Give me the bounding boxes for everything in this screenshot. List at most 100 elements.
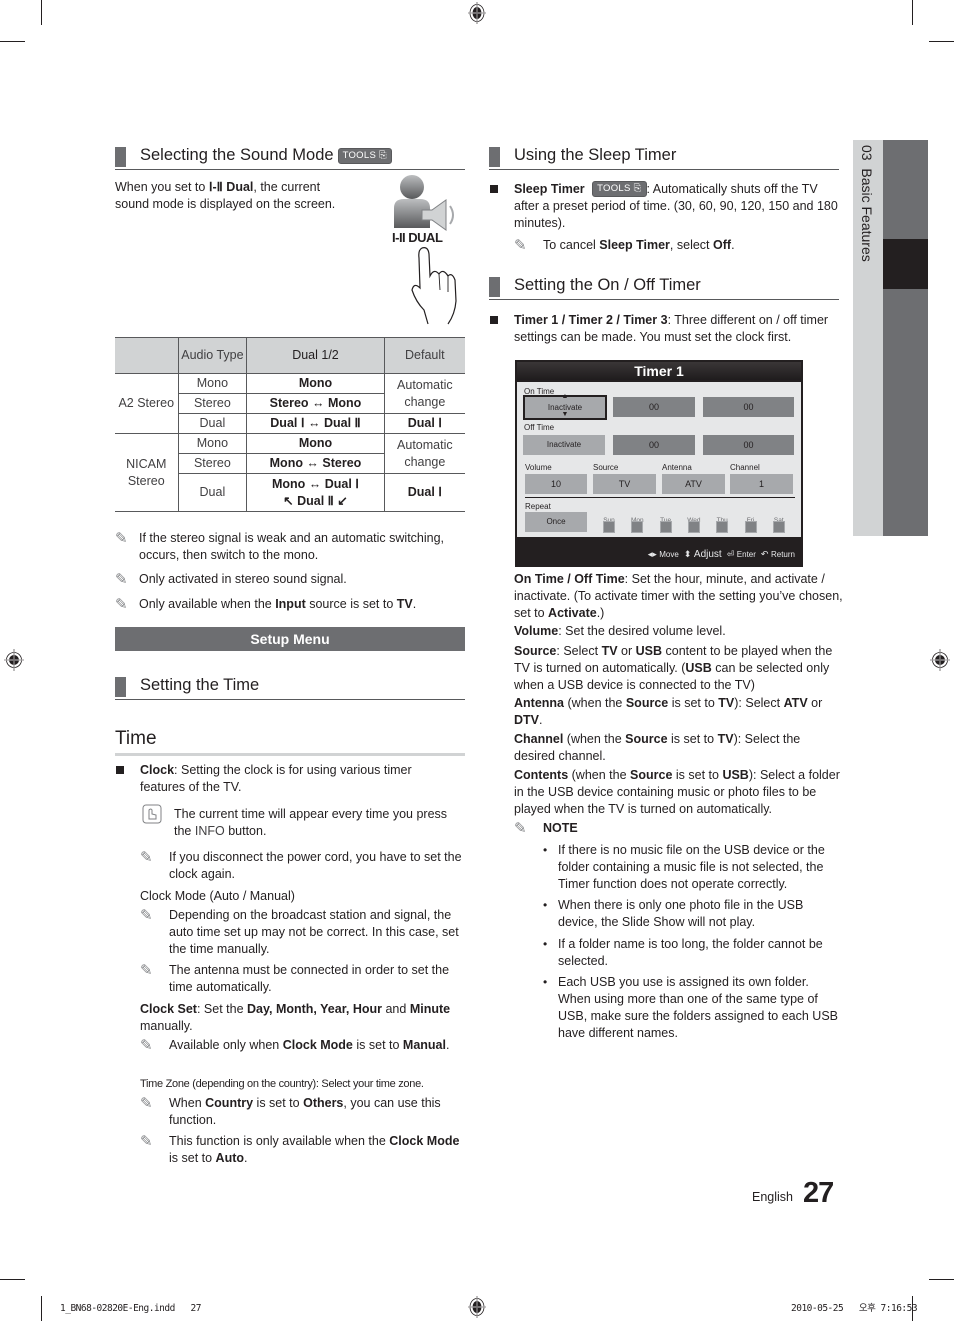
- on-time-hour[interactable]: 00: [613, 397, 695, 417]
- day-checkbox[interactable]: [772, 521, 785, 533]
- note: ✎ If the stereo signal is weak and an au…: [115, 530, 445, 562]
- table-row: NICAM Stereo Mono Mono Automatic change: [115, 433, 465, 512]
- table-cell: Mono: [246, 433, 385, 454]
- table-cell: Automatic change: [383, 373, 465, 414]
- note-bullet-text: If there is no music file on the USB dev…: [558, 843, 825, 891]
- timer-footer: ◂▸ Move ⬍ Adjust ⏎ Enter ↶ Return: [647, 549, 795, 560]
- heading-text: Setting the On / Off Timer: [514, 276, 701, 294]
- slug-date: 2010-05-25 오후 7:16:53: [791, 1303, 918, 1314]
- bullet-square: [490, 185, 498, 193]
- note-heading: ✎ NOTE: [514, 820, 578, 837]
- source-field[interactable]: TV: [593, 474, 656, 494]
- crop-mark: [929, 1279, 954, 1280]
- heading-text: Selecting the Sound Mode: [140, 146, 334, 164]
- off-time-label: Off Time: [524, 423, 555, 432]
- table-header: Audio Type: [177, 337, 248, 374]
- sound-mode-table: Audio Type Dual 1/2 Default A2 Stereo Mo…: [115, 337, 465, 512]
- on-time-activate-select[interactable]: ▲ Inactivate ▼: [523, 393, 607, 420]
- table-cell: Stereo: [177, 453, 248, 474]
- arrow-up-icon: ▲: [561, 393, 569, 400]
- info-note: The current time will appear every time …: [140, 804, 465, 840]
- return-icon: ↶: [760, 549, 769, 559]
- dual-label: I-II DUAL: [392, 230, 443, 245]
- clock-set-description: Clock Set: Set the Day, Month, Year, Hou…: [140, 1002, 451, 1033]
- note: ✎ Only activated in stereo sound signal.: [115, 571, 347, 588]
- pencil-note-icon: ✎: [140, 962, 153, 979]
- table-header: [115, 337, 179, 374]
- table-cell: NICAM Stereo: [115, 433, 179, 512]
- volume-field[interactable]: 10: [525, 474, 587, 494]
- pencil-note-icon: ✎: [115, 571, 128, 588]
- channel-field[interactable]: 1: [730, 474, 793, 494]
- note: ✎ Only available when the Input source i…: [115, 596, 417, 613]
- bullet-square: [490, 316, 498, 324]
- hand-pointer-icon: [411, 247, 457, 325]
- heading-text: Setting the Time: [140, 676, 260, 694]
- table-cell: Mono: [177, 433, 248, 454]
- table-cell: Stereo ↔ Mono: [246, 393, 385, 414]
- note-bullet-text: If a folder name is too long, the folder…: [558, 937, 823, 968]
- pencil-note-icon: ✎: [514, 237, 527, 254]
- on-time-minute[interactable]: 00: [703, 397, 794, 417]
- volume-label: Volume: [525, 463, 552, 472]
- table-row: A2 Stereo Mono Mono Automatic change: [115, 373, 465, 434]
- section-heading-on-off-timer: Setting the On / Off Timer: [489, 273, 839, 300]
- person-speaker-icon: [394, 175, 454, 231]
- heading-text: Using the Sleep Timer: [514, 146, 677, 164]
- channel-description: Channel (when the Source is set to TV): …: [514, 732, 801, 763]
- bullet-dot: •: [543, 843, 548, 857]
- note: ✎ If you disconnect the power cord, you …: [140, 849, 462, 881]
- contents-description: Contents (when the Source is set to USB)…: [514, 768, 840, 816]
- pencil-note-icon: ✎: [115, 596, 128, 613]
- heading-bar: [489, 147, 500, 167]
- timer-screen: Timer 1 On Time ▲ Inactivate ▼ 00 00 Off…: [515, 360, 803, 567]
- table-header: Dual 1/2: [246, 337, 385, 374]
- antenna-description: Antenna (when the Source is set to TV): …: [514, 696, 823, 727]
- section-heading-sleep-timer: Using the Sleep Timer: [489, 143, 839, 170]
- section-heading-setting-time: Setting the Time: [115, 673, 465, 700]
- day-checkbox[interactable]: [716, 521, 729, 533]
- table-cell: Dual: [177, 473, 248, 512]
- table-cell: Mono ↔ Dual Ⅰ ↖ Dual Ⅱ ↙: [246, 473, 385, 512]
- table-cell: Mono ↔ Stereo: [246, 453, 385, 474]
- clock-description: Clock: Setting the clock is for using va…: [140, 763, 412, 794]
- day-checkbox[interactable]: [603, 521, 615, 533]
- note: ✎ To cancel Sleep Timer, select Off.: [514, 237, 735, 254]
- antenna-field[interactable]: ATV: [662, 474, 725, 494]
- antenna-label: Antenna: [662, 463, 692, 472]
- table-cell: Dual Ⅰ: [383, 473, 465, 512]
- table-cell: Stereo: [177, 393, 248, 414]
- bullet-dot: •: [543, 975, 548, 989]
- heading-bar: [115, 677, 126, 697]
- slug-filename: 1_BN68-02820E-Eng.indd 27: [60, 1303, 201, 1314]
- remote-button-icon: [142, 804, 162, 824]
- day-checkbox[interactable]: [659, 521, 672, 533]
- volume-description: Volume: Set the desired volume level.: [514, 624, 726, 638]
- heading-bar: [115, 147, 126, 167]
- pencil-note-icon: ✎: [140, 907, 153, 924]
- pencil-note-icon: ✎: [514, 820, 527, 837]
- enter-icon: ⏎: [726, 549, 735, 559]
- on-off-time-description: On Time / Off Time: Set the hour, minute…: [514, 572, 843, 620]
- table-cell: Dual: [177, 413, 248, 434]
- page-language: English: [752, 1190, 793, 1204]
- crop-mark: [929, 41, 954, 42]
- crop-mark: [0, 41, 25, 42]
- note: ✎ This function is only available when t…: [140, 1133, 460, 1165]
- table-cell: Automatic change: [383, 433, 465, 474]
- off-time-hour[interactable]: 00: [613, 435, 695, 455]
- day-checkbox[interactable]: [744, 521, 757, 533]
- heading-bar: [489, 277, 500, 297]
- day-checkbox[interactable]: [687, 521, 700, 533]
- chapter-tab-marker: [883, 239, 928, 289]
- bullet-square: [116, 766, 124, 774]
- repeat-field[interactable]: Once: [525, 512, 587, 532]
- dual-illustration: I-II DUAL: [390, 172, 460, 327]
- divider: [525, 497, 795, 498]
- off-time-minute[interactable]: 00: [703, 435, 794, 455]
- sound-mode-intro: When you set to Ⅰ-Ⅱ Dual, the current so…: [115, 180, 336, 211]
- day-checkbox[interactable]: [631, 521, 644, 533]
- crop-mark: [0, 1279, 25, 1280]
- setup-menu-banner: Setup Menu: [115, 627, 465, 651]
- off-time-activate-select[interactable]: Inactivate: [523, 435, 605, 455]
